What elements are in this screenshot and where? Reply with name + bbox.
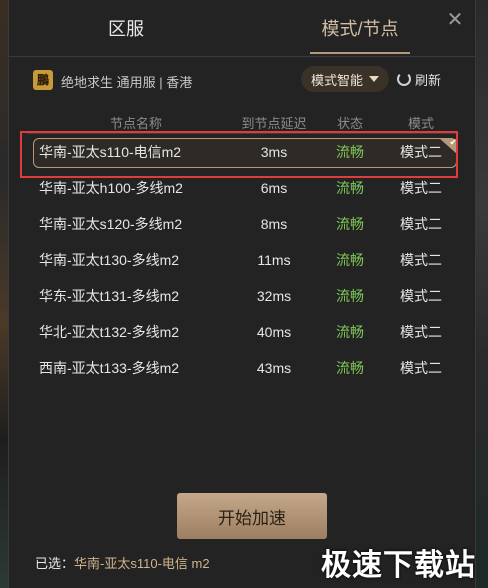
row-delay: 11ms <box>257 252 291 268</box>
selected-prefix: 已选： <box>35 556 75 571</box>
row-node-name: 西南-亚太t133-多线m2 <box>39 360 180 376</box>
game-logo-icon: 鵬 <box>33 70 53 90</box>
row-node-name: 华南-亚太s120-多线m2 <box>39 216 183 232</box>
header-mode: 模式 <box>407 116 434 131</box>
selected-node-line: 已选：华南-亚太s110-电信 m2 <box>35 553 210 572</box>
row-status: 流畅 <box>336 288 364 304</box>
tab-bar: 区服 模式/节点 <box>9 0 475 56</box>
row-status: 流畅 <box>336 324 364 340</box>
row-node-name: 华北-亚太t132-多线m2 <box>39 324 180 340</box>
row-node-name: 华南-亚太h100-多线m2 <box>39 180 183 196</box>
tab-region-label: 区服 <box>108 19 144 39</box>
caret-down-icon <box>369 76 379 82</box>
start-acceleration-button[interactable]: 开始加速 <box>177 493 327 539</box>
selected-node-value: 华南-亚太s110-电信 m2 <box>74 556 210 571</box>
row-delay: 8ms <box>260 216 288 232</box>
header-divider <box>9 56 475 57</box>
table-row[interactable]: 华南-亚太t130-多线m2 11ms 流畅 模式二 <box>27 242 459 278</box>
row-mode: 模式二 <box>400 216 442 232</box>
header-node-name: 节点名称 <box>109 116 162 131</box>
table-row[interactable]: ✔ 华南-亚太s110-电信m2 3ms 流畅 模式二 <box>27 134 459 170</box>
table-header: 节点名称 到节点延迟 状态 模式 <box>27 112 459 134</box>
tab-mode-node[interactable]: 模式/节点 <box>243 0 477 56</box>
row-status: 流畅 <box>336 216 364 232</box>
row-status: 流畅 <box>336 360 364 376</box>
row-mode: 模式二 <box>400 288 442 304</box>
table-row[interactable]: 华南-亚太h100-多线m2 6ms 流畅 模式二 <box>27 170 459 206</box>
row-delay: 6ms <box>260 180 288 196</box>
close-icon[interactable]: ✕ <box>445 10 465 30</box>
row-mode: 模式二 <box>400 360 442 376</box>
row-status: 流畅 <box>336 180 364 196</box>
table-row[interactable]: 华南-亚太s120-多线m2 8ms 流畅 模式二 <box>27 206 459 242</box>
row-node-name: 华南-亚太s110-电信m2 <box>39 144 182 160</box>
game-info-row: 鵬 绝地求生 通用服 | 香港 模式智能 刷新 <box>33 66 455 94</box>
mode-select-value: 模式智能 <box>310 72 363 88</box>
refresh-label: 刷新 <box>415 72 442 88</box>
row-delay: 32ms <box>256 288 292 304</box>
row-delay: 3ms <box>260 144 288 160</box>
tab-region[interactable]: 区服 <box>9 0 243 56</box>
watermark-text: 极速下载站 <box>321 549 476 582</box>
row-status: 流畅 <box>336 144 364 160</box>
refresh-button[interactable]: 刷新 <box>397 66 455 92</box>
background-right-strip <box>476 0 488 588</box>
active-tab-underline <box>310 52 410 54</box>
mode-select-dropdown[interactable]: 模式智能 <box>301 66 389 92</box>
refresh-icon <box>397 72 411 86</box>
node-select-dialog: 区服 模式/节点 ✕ 鵬 绝地求生 通用服 | 香港 模式智能 刷新 节点名称 … <box>8 0 476 588</box>
header-delay: 到节点延迟 <box>241 116 307 131</box>
node-table: 节点名称 到节点延迟 状态 模式 ✔ 华南-亚太s110-电信m2 3ms 流畅… <box>27 112 459 386</box>
row-mode: 模式二 <box>400 144 442 160</box>
row-node-name: 华南-亚太t130-多线m2 <box>39 252 180 268</box>
row-delay: 43ms <box>256 360 292 376</box>
table-row[interactable]: 西南-亚太t133-多线m2 43ms 流畅 模式二 <box>27 350 459 386</box>
row-delay: 40ms <box>256 324 292 340</box>
header-status: 状态 <box>336 116 363 131</box>
table-row[interactable]: 华东-亚太t131-多线m2 32ms 流畅 模式二 <box>27 278 459 314</box>
tab-mode-node-label: 模式/节点 <box>321 19 399 39</box>
game-server-label: 绝地求生 通用服 | 香港 <box>61 75 193 90</box>
row-mode: 模式二 <box>400 252 442 268</box>
row-status: 流畅 <box>336 252 364 268</box>
table-row[interactable]: 华北-亚太t132-多线m2 40ms 流畅 模式二 <box>27 314 459 350</box>
row-node-name: 华东-亚太t131-多线m2 <box>39 288 180 304</box>
row-mode: 模式二 <box>400 324 442 340</box>
row-mode: 模式二 <box>400 180 442 196</box>
